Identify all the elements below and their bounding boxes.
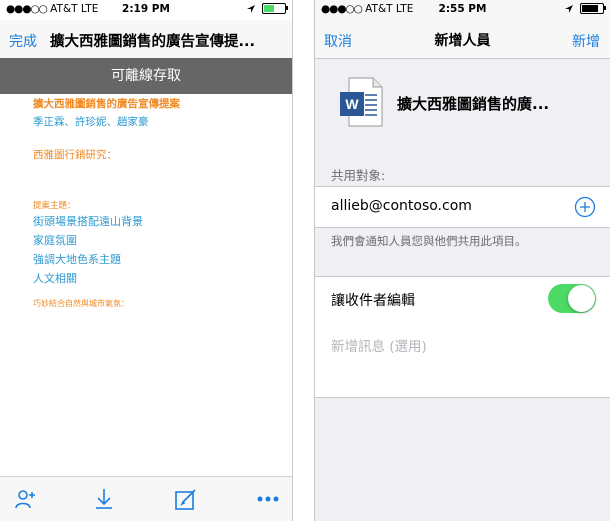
right-screen: ●●●○○ AT&T LTE 2:55 PM 取消 新增人員 新增 W 擴大西雅… [314,0,610,521]
doc-topic: 家庭氛圍 [33,234,77,247]
edit-permission-row: 讓收件者編輯 [315,276,610,322]
share-with-label: 共用對象: [331,168,386,183]
battery-icon [262,3,288,14]
status-bar: ●●●○○ AT&T LTE 2:55 PM [315,0,610,20]
doc-footer-note: 巧妙結合自然與城市氣氛： [33,299,129,308]
message-area[interactable] [315,321,610,398]
word-document-icon: W [340,77,383,127]
more-icon[interactable] [256,487,280,511]
document-content: 擴大西雅圖銷售的廣告宣傳提案 季正霖、許珍妮、趙家豪 西雅圖行銷研究： 提案主題… [33,96,284,309]
file-header: W 擴大西雅圖銷售的廣... [315,59,610,149]
nav-bar: 取消 新增人員 新增 [315,20,610,59]
file-name: 擴大西雅圖銷售的廣... [397,95,550,113]
doc-topic: 強調大地色系主題 [33,253,121,266]
doc-section-heading: 西雅圖行銷研究： [33,149,117,161]
add-person-icon[interactable] [14,487,38,511]
doc-authors: 季正霖、許珍妮、趙家豪 [33,116,149,128]
page-title: 新增人員 [434,33,491,49]
battery-icon [580,3,606,14]
location-icon [564,5,573,13]
left-screen: ●●●○○ AT&T LTE 2:19 PM 完成 擴大西雅圖銷售的廣告宣傳提.… [0,0,293,521]
recipient-email[interactable]: allieb@contoso.com [331,198,472,214]
doc-topic: 人文相關 [33,272,77,285]
doc-topics-label: 提案主題： [33,201,76,211]
notify-text: 我們會通知人員您與他們共用此項目。 [331,234,527,248]
doc-topic: 街頭場景搭配遠山背景 [33,215,143,228]
done-button[interactable]: 完成 [9,31,37,51]
svg-text:W: W [345,96,359,112]
allow-edit-label: 讓收件者編輯 [331,293,415,309]
download-icon[interactable] [92,487,116,511]
recipient-row[interactable]: allieb@contoso.com [315,186,610,228]
allow-edit-toggle[interactable] [548,284,596,313]
doc-title: 擴大西雅圖銷售的廣告宣傳提案 [33,98,180,110]
edit-icon[interactable] [174,487,198,511]
toggle-knob [568,285,595,312]
offline-banner: 可離線存取 [0,58,292,94]
add-contact-icon[interactable] [574,196,596,218]
add-button[interactable]: 新增 [572,31,600,51]
nav-bar: 完成 擴大西雅圖銷售的廣告宣傳提... [0,20,292,58]
document-title: 擴大西雅圖銷售的廣告宣傳提... [50,34,256,50]
bottom-toolbar [0,476,292,521]
status-bar: ●●●○○ AT&T LTE 2:19 PM [0,0,292,20]
message-input[interactable] [331,339,581,355]
location-icon [246,5,255,13]
